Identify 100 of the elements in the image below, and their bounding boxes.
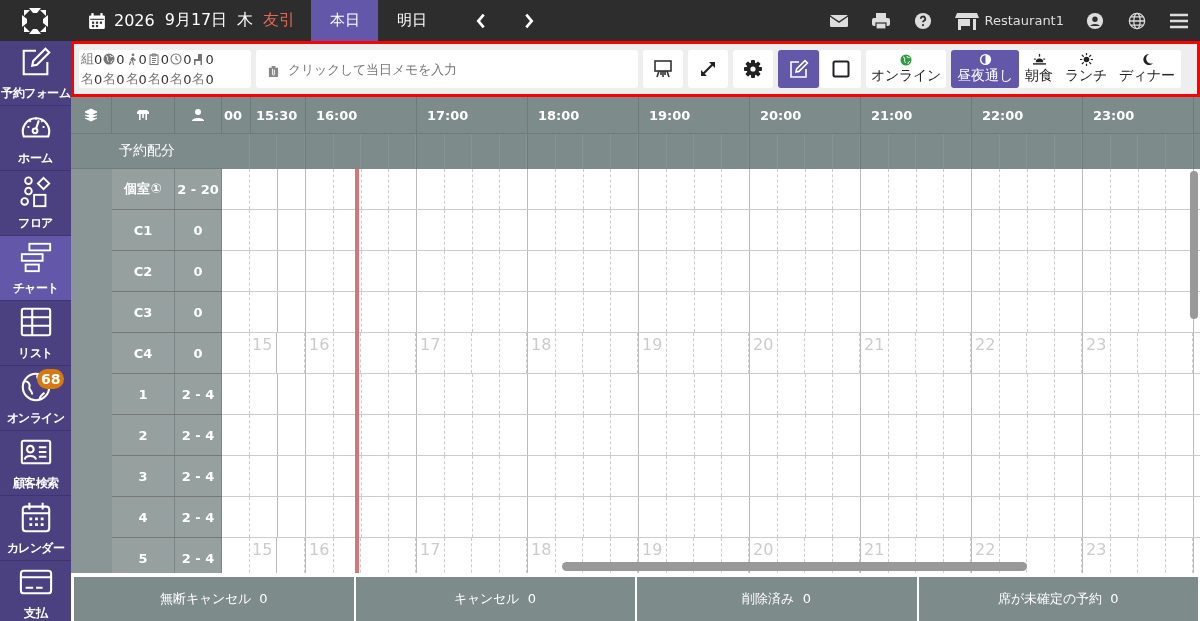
time-label: 19:00: [649, 108, 691, 123]
sidebar-label: 顧客検索: [12, 474, 59, 492]
sidebar-label: 支払: [24, 604, 47, 621]
meal-label: 朝食: [1025, 67, 1053, 85]
gear-icon: [743, 59, 763, 79]
stat-value: 0: [183, 51, 192, 67]
people-label: 名: [147, 70, 161, 88]
help-icon[interactable]: [912, 11, 933, 30]
globe-icon: [103, 53, 116, 65]
stat-value: 0: [138, 51, 147, 67]
presentation-icon: [653, 59, 673, 79]
table-capacity: 2 - 4: [175, 374, 222, 414]
meal-filter-button[interactable]: ディナー: [1113, 50, 1181, 88]
meal-filter-button[interactable]: 朝食: [1019, 50, 1059, 88]
sidebar-label: ホーム: [18, 149, 53, 167]
meal-label: ランチ: [1065, 67, 1107, 85]
previous-icon[interactable]: [475, 11, 488, 30]
expand-icon: [698, 59, 718, 79]
person-icon: [191, 108, 205, 122]
sidebar-label: オンライン: [6, 409, 65, 427]
table-name: 1: [112, 374, 175, 414]
table-capacity: 2 - 4: [175, 538, 222, 573]
table-name: C2: [112, 251, 175, 291]
people-label: 名: [192, 70, 206, 88]
time-label: 22:00: [982, 108, 1024, 123]
clock-icon: [170, 53, 183, 65]
people-label: 名: [103, 70, 117, 88]
store-icon[interactable]: [954, 10, 979, 31]
sidebar-label: チャート: [12, 279, 59, 297]
stat-value: 0: [205, 51, 214, 67]
sidebar-label: カレンダー: [6, 539, 65, 557]
print-icon[interactable]: [870, 11, 891, 30]
stat-value: 0: [116, 51, 125, 67]
table-capacity: 2 - 20: [175, 169, 222, 209]
settings-button[interactable]: [733, 50, 773, 88]
table-name: 3: [112, 456, 175, 496]
logo-icon[interactable]: [20, 5, 50, 36]
online-button[interactable]: オンライン: [866, 50, 946, 88]
time-label: 18:00: [538, 108, 580, 123]
time-label: 16:00: [316, 108, 358, 123]
select-mode-button[interactable]: [820, 50, 861, 88]
sidebar-label: フロア: [18, 214, 53, 232]
table-capacity: 0: [175, 251, 222, 291]
status-filter-button[interactable]: キャンセル 0: [355, 577, 635, 621]
date: 9月17日: [164, 10, 228, 31]
stat-value: 0: [116, 71, 125, 87]
table-name: 個室①: [112, 169, 175, 209]
vertical-scrollbar[interactable]: [1190, 171, 1198, 319]
table-icon: [136, 108, 150, 122]
globe-icon[interactable]: [1127, 11, 1147, 30]
display-button[interactable]: [643, 50, 683, 88]
time-label: 15:30: [256, 108, 298, 123]
stat-value: 0: [160, 51, 170, 67]
stat-value: 0: [205, 71, 214, 87]
store-name[interactable]: Restaurant1: [984, 13, 1064, 28]
day-tab[interactable]: 本日: [311, 0, 379, 41]
status-filter-button[interactable]: 削除済み 0: [637, 577, 917, 621]
sun-icon: [1079, 53, 1093, 66]
sidebar-label: リスト: [18, 344, 53, 362]
status-filter-button[interactable]: 無断キャンセル 0: [74, 577, 354, 621]
edit-mode-button[interactable]: [778, 50, 819, 88]
table-name: 4: [112, 497, 175, 537]
half-circle-icon: [978, 53, 992, 66]
menu-icon[interactable]: [1169, 11, 1189, 30]
year: 2026: [114, 11, 155, 30]
people-label: 名: [170, 70, 184, 88]
memo-field[interactable]: クリックして当日メモを入力: [256, 50, 638, 88]
time-label: 20:00: [760, 108, 802, 123]
table-capacity: 0: [175, 210, 222, 250]
table-capacity: 0: [175, 333, 222, 373]
user-icon[interactable]: [1085, 11, 1105, 30]
table-capacity: 2 - 4: [175, 415, 222, 455]
clip-icon: [268, 65, 279, 78]
stat-value: 0: [138, 71, 147, 87]
stat-value: 0: [183, 71, 192, 87]
time-label: 21:00: [871, 108, 913, 123]
day-tab[interactable]: 明日: [378, 0, 446, 41]
online-label: オンライン: [871, 66, 941, 85]
time-label: 17:00: [427, 108, 469, 123]
meal-filter-button[interactable]: ランチ: [1059, 50, 1113, 88]
stat-value: 0: [160, 71, 170, 87]
layers-icon: [84, 108, 98, 122]
horizontal-scrollbar[interactable]: [562, 562, 1027, 571]
time-label: 00: [224, 108, 243, 123]
chair-icon: [192, 53, 205, 65]
weekday: 木: [237, 10, 254, 31]
expand-button[interactable]: [688, 50, 728, 88]
rokuyo-label: 友引: [263, 10, 296, 31]
calendar-icon[interactable]: [88, 11, 106, 30]
square-icon: [830, 59, 851, 79]
clipboard-icon: [147, 53, 160, 65]
status-filter-button[interactable]: 席が未確定の予約 0: [918, 577, 1198, 621]
meal-label: ディナー: [1119, 67, 1175, 85]
sidebar-icon: [18, 174, 53, 209]
count-badge: 68: [37, 369, 65, 389]
sidebar-item[interactable]: チャート: [0, 236, 71, 301]
sidebar-label: 予約フォーム: [1, 84, 70, 102]
next-icon[interactable]: [523, 11, 536, 30]
meal-filter-button[interactable]: 昼夜通し: [951, 50, 1019, 88]
people-label: 名: [81, 70, 94, 88]
